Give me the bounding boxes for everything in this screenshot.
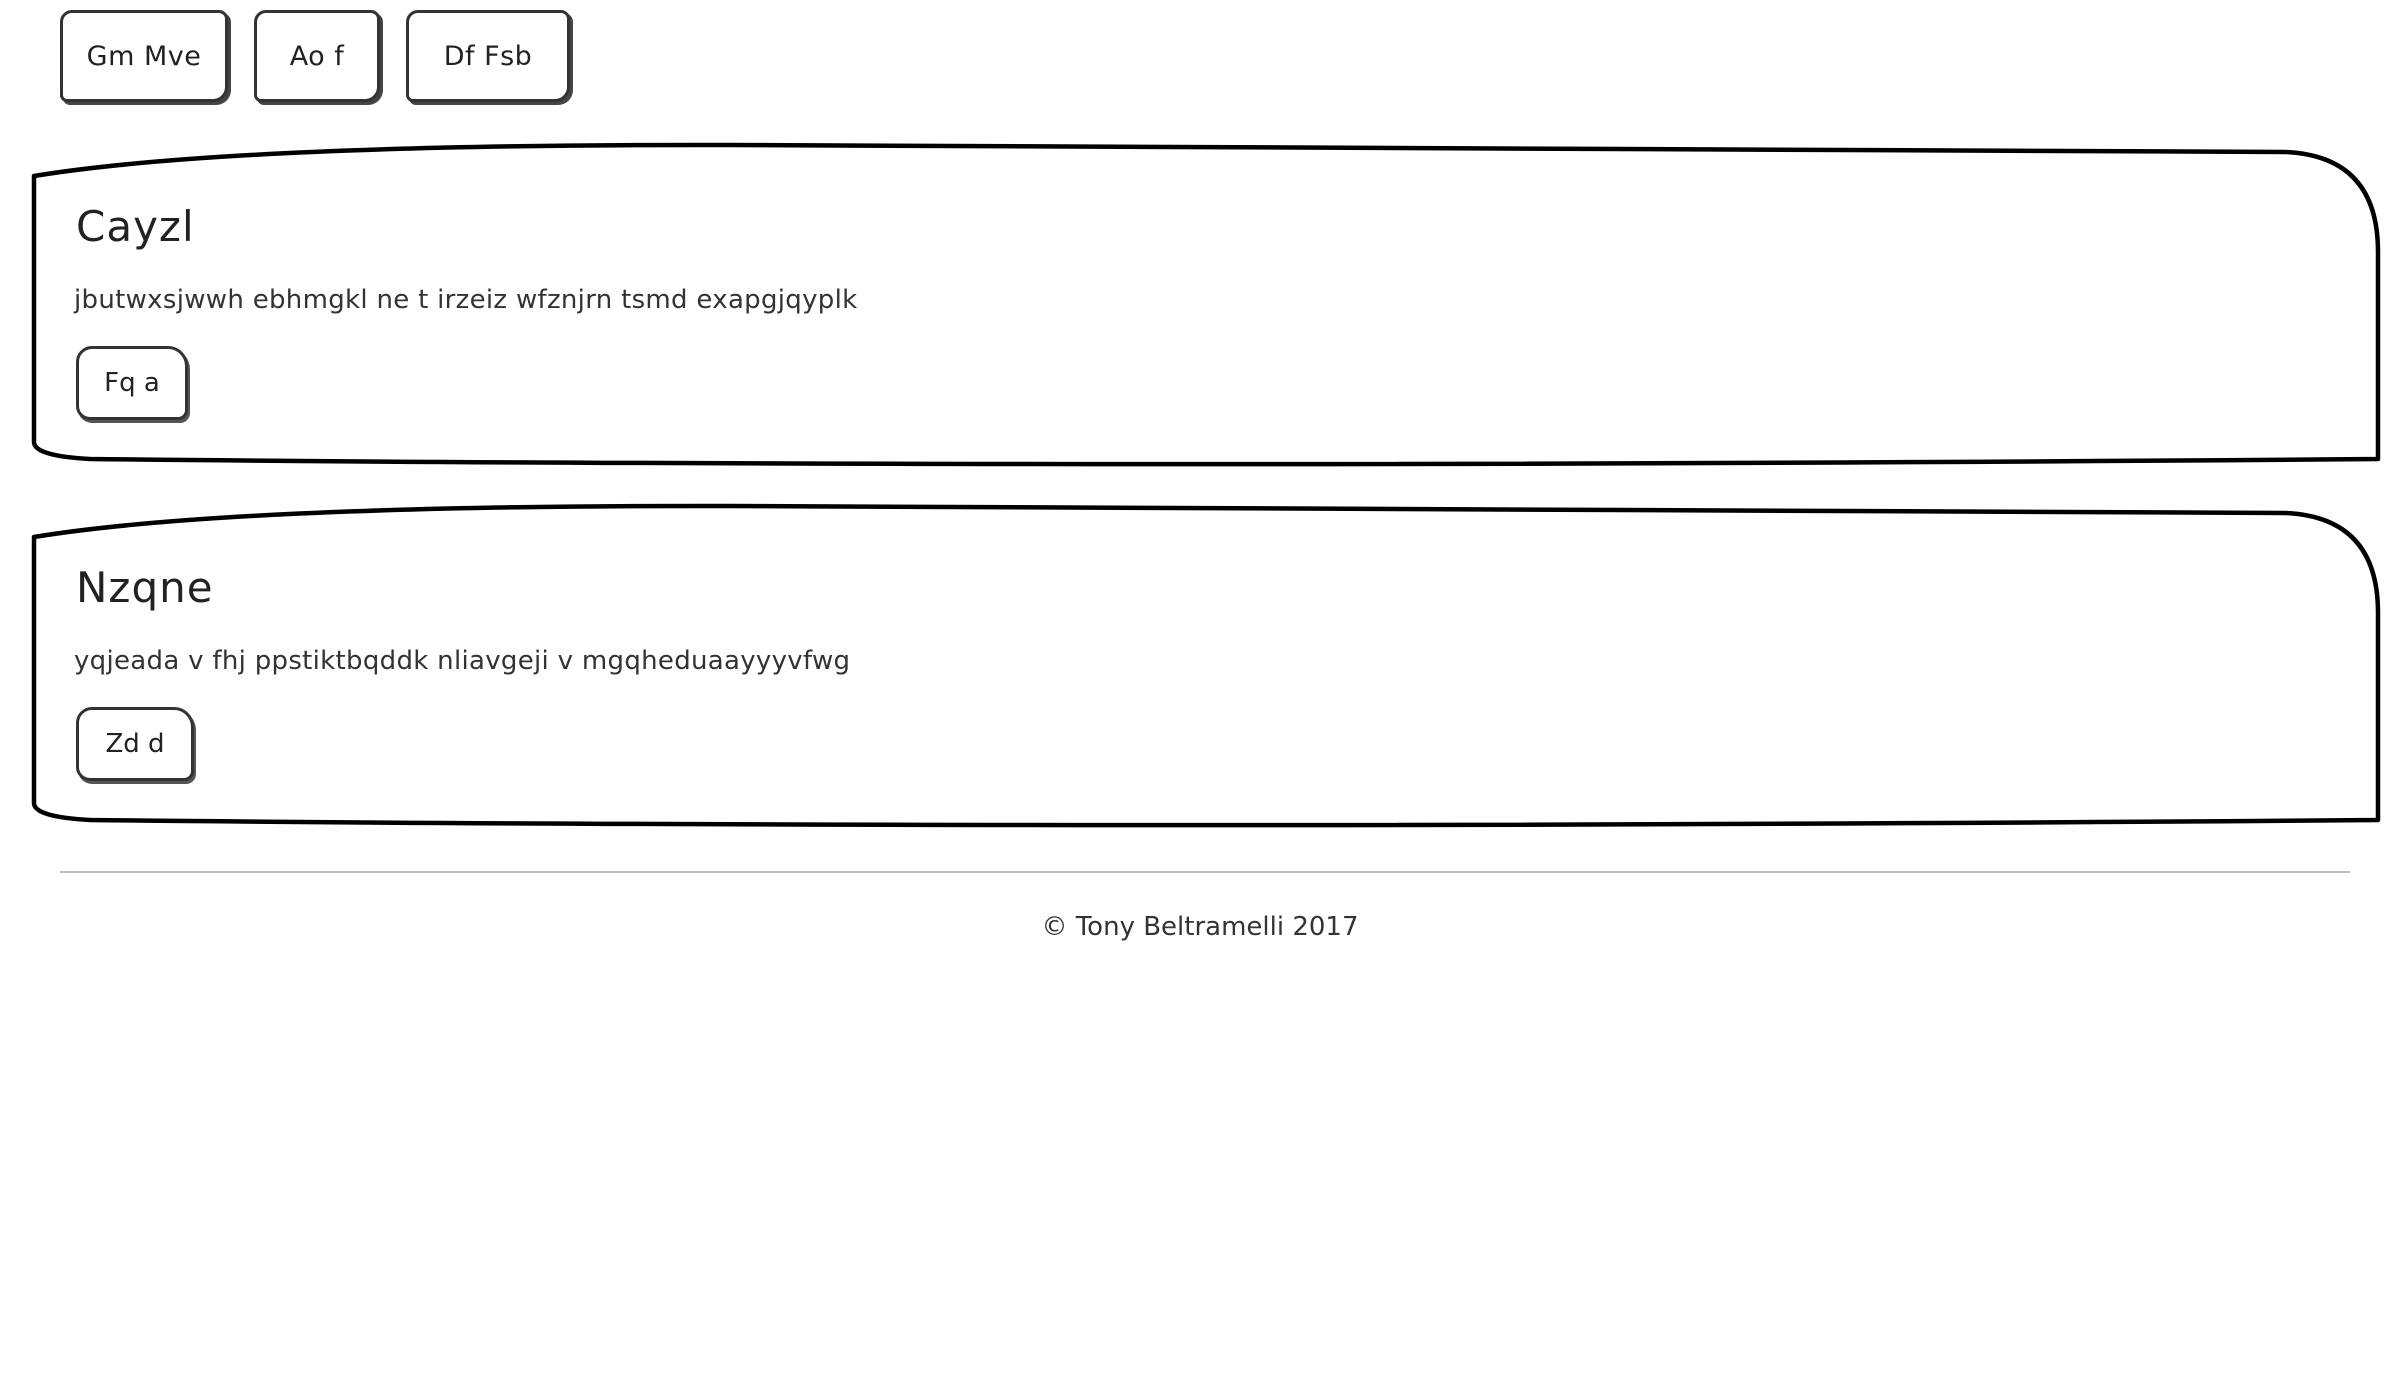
footer-divider [60, 871, 2350, 873]
card-title: Nzqne [76, 563, 214, 612]
card-action-button[interactable]: Zd d [76, 707, 194, 781]
nav-button-1[interactable]: Gm Mve [60, 10, 228, 102]
nav-button-2[interactable]: Ao f [254, 10, 380, 102]
card-text: yqjeada v fhj ppstiktbqddk nliavgeji v m… [74, 646, 851, 676]
card-text: jbutwxsjwwh ebhmgkl ne t irzeiz wfznjrn … [74, 285, 858, 315]
footer-copyright: © Tony Beltramelli 2017 [1041, 912, 1359, 942]
nav-button-3[interactable]: Df Fsb [406, 10, 570, 102]
card-1: Cayzl jbutwxsjwwh ebhmgkl ne t irzeiz wf… [30, 142, 2381, 467]
top-nav: Gm Mve Ao f Df Fsb [60, 10, 570, 102]
card-title: Cayzl [76, 202, 195, 251]
card-action-button[interactable]: Fq a [76, 346, 188, 420]
card-2: Nzqne yqjeada v fhj ppstiktbqddk nliavge… [30, 503, 2381, 828]
